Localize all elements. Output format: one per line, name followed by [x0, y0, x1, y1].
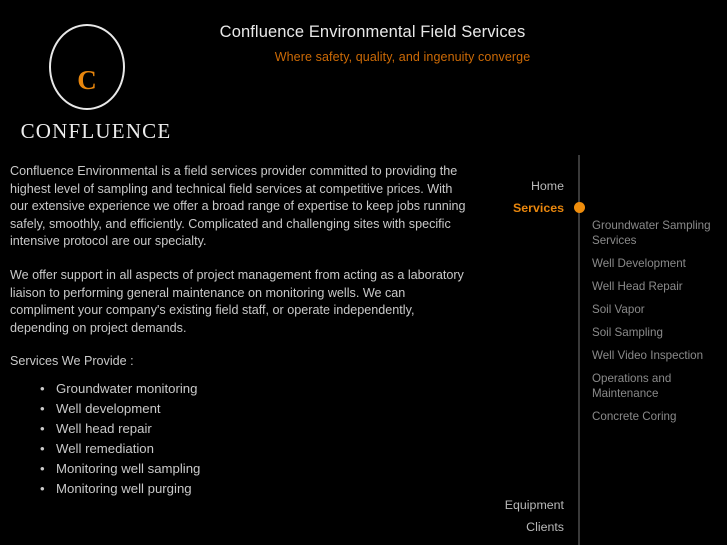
subnav-item-soil-sampling[interactable]: Soil Sampling [592, 325, 717, 340]
site-tagline: Where safety, quality, and ingenuity con… [274, 50, 531, 64]
nav-item-clients[interactable]: Clients [414, 520, 564, 534]
main-content: Confluence Environmental is a field serv… [10, 163, 472, 499]
subnav-item-operations-and-maintenance[interactable]: Operations and Maintenance [592, 371, 717, 401]
main-navigation: Home Services Equipment Clients Groundwa… [472, 155, 727, 545]
list-item: Well head repair [10, 419, 472, 439]
nav-item-home-label[interactable]: Home [531, 179, 564, 193]
site-header: C CONFLUENCE Confluence Environmental Fi… [0, 0, 727, 155]
intro-paragraph-1: Confluence Environmental is a field serv… [10, 164, 466, 249]
orange-dot-icon [574, 202, 585, 213]
list-item: Well development [10, 399, 472, 419]
services-submenu: Groundwater Sampling Services Well Devel… [592, 218, 717, 432]
nav-item-clients-label[interactable]: Clients [526, 520, 564, 534]
nav-item-services[interactable]: Services [414, 201, 564, 215]
subnav-item-concrete-coring[interactable]: Concrete Coring [592, 409, 717, 424]
nav-divider [578, 155, 580, 545]
services-list: Groundwater monitoring Well development … [10, 379, 472, 499]
list-item: Well remediation [10, 439, 472, 459]
services-heading: Services We Provide : [10, 354, 134, 369]
logo-monogram: C [77, 64, 97, 95]
logo-wordmark: CONFLUENCE [20, 119, 172, 143]
intro-paragraph-2: We offer support in all aspects of proje… [10, 267, 464, 335]
subnav-item-well-video-inspection[interactable]: Well Video Inspection [592, 348, 717, 363]
list-item: Monitoring well purging [10, 479, 472, 499]
nav-item-home[interactable]: Home [414, 179, 564, 193]
subnav-item-well-development[interactable]: Well Development [592, 256, 717, 271]
page-title: Confluence Environmental Field Services [219, 23, 526, 41]
list-item: Monitoring well sampling [10, 459, 472, 479]
nav-item-equipment-label[interactable]: Equipment [505, 498, 564, 512]
nav-item-services-label[interactable]: Services [513, 201, 564, 215]
nav-item-equipment[interactable]: Equipment [414, 498, 564, 512]
subnav-item-well-head-repair[interactable]: Well Head Repair [592, 279, 717, 294]
subnav-item-groundwater-sampling-services[interactable]: Groundwater Sampling Services [592, 218, 717, 248]
list-item: Groundwater monitoring [10, 379, 472, 399]
subnav-item-soil-vapor[interactable]: Soil Vapor [592, 302, 717, 317]
